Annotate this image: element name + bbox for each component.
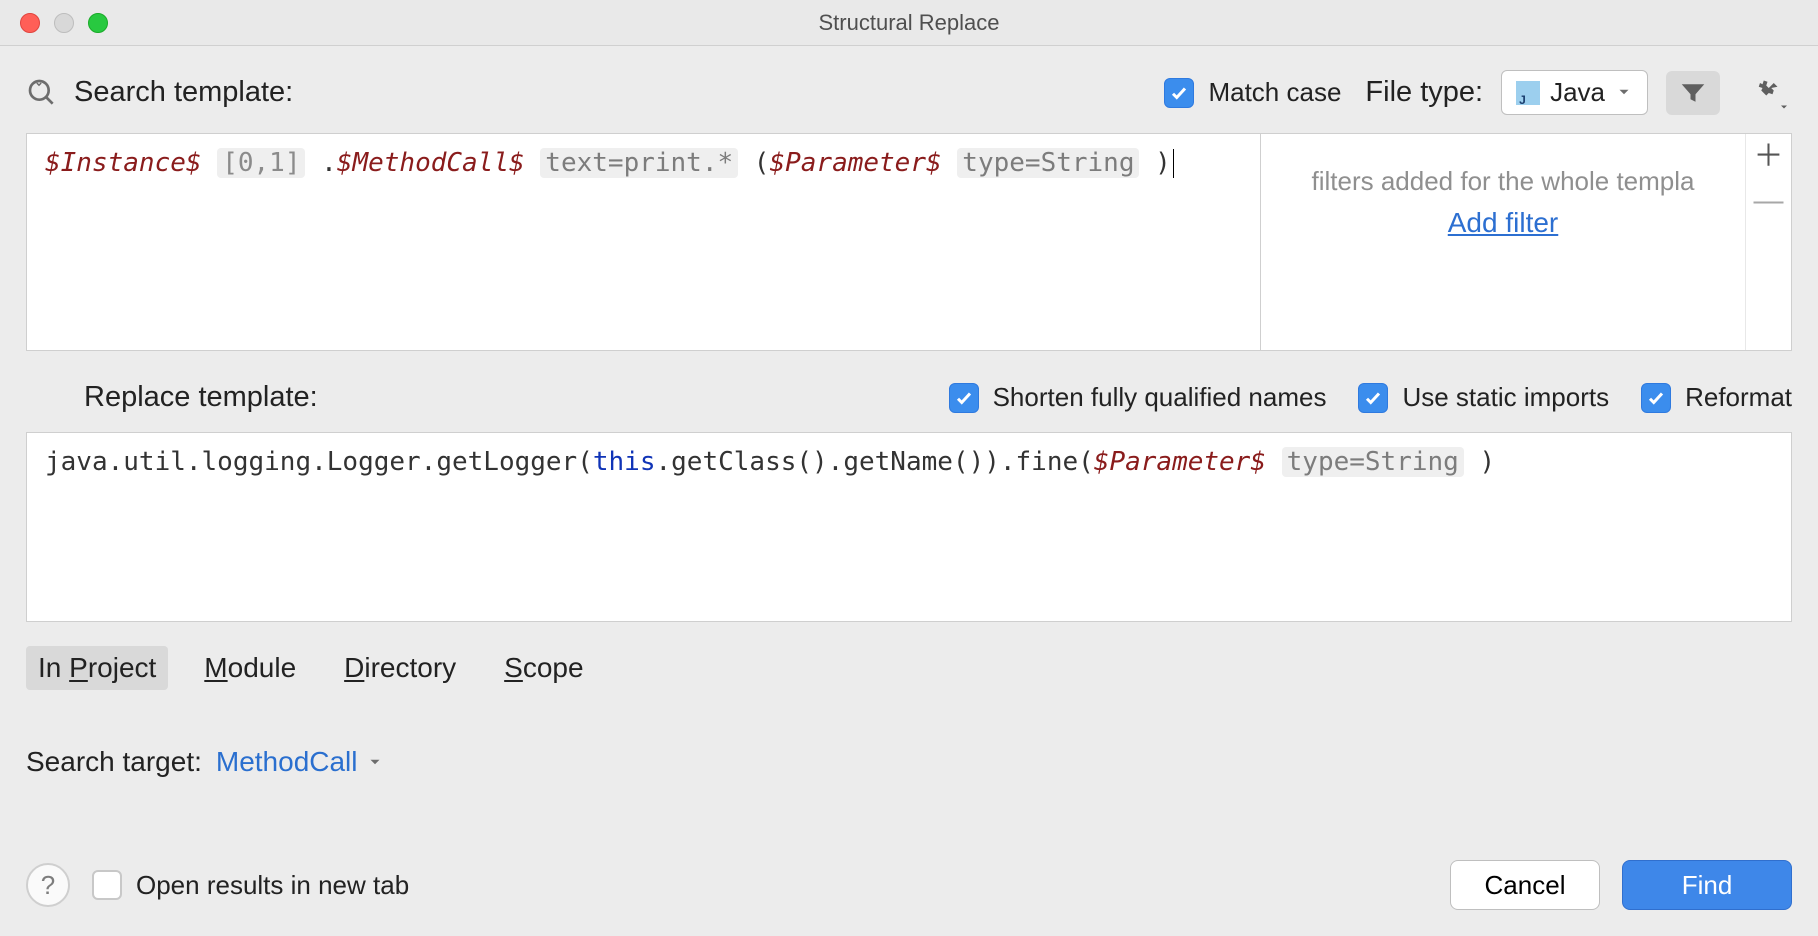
window-controls [20, 13, 108, 33]
tok-var-instance: $Instance$ [45, 148, 202, 178]
titlebar: Structural Replace [0, 0, 1818, 46]
reformat-label: Reformat [1685, 382, 1792, 413]
filter-sidebar: filters added for the whole templa Add f… [1261, 134, 1791, 350]
search-target-value: MethodCall [216, 746, 358, 778]
minimize-window-button[interactable] [54, 13, 74, 33]
file-type-dropdown[interactable]: Java [1501, 70, 1648, 115]
filter-toggle-button[interactable] [1666, 71, 1720, 115]
search-template-code[interactable]: $Instance$ [0,1] .$MethodCall$ text=prin… [27, 134, 1261, 350]
chevron-down-icon [1615, 77, 1633, 108]
reformat-checkbox[interactable]: Reformat [1641, 382, 1792, 413]
replace-template-editor[interactable]: java.util.logging.Logger.getLogger(this.… [26, 432, 1792, 622]
match-case-checkbox[interactable]: Match case [1164, 77, 1341, 108]
close-window-button[interactable] [20, 13, 40, 33]
match-case-label: Match case [1208, 77, 1341, 108]
java-file-icon [1516, 81, 1540, 105]
cancel-button[interactable]: Cancel [1450, 860, 1600, 910]
tok-open: ( [754, 148, 770, 178]
rep-close: ) [1479, 447, 1495, 477]
maximize-window-button[interactable] [88, 13, 108, 33]
search-template-editor[interactable]: $Instance$ [0,1] .$MethodCall$ text=prin… [26, 133, 1792, 351]
scope-tabs: In Project Module Directory Scope [26, 646, 1792, 690]
use-static-imports-label: Use static imports [1402, 382, 1609, 413]
tok-range: [0,1] [217, 148, 305, 178]
tok-hint-text: text=print.* [540, 148, 738, 178]
open-results-label: Open results in new tab [136, 870, 409, 901]
scope-tab-module[interactable]: Module [192, 646, 308, 690]
find-button[interactable]: Find [1622, 860, 1792, 910]
tok-close: ) [1155, 148, 1171, 178]
settings-tool-button[interactable] [1738, 71, 1792, 115]
scope-tab-directory[interactable]: Directory [332, 646, 468, 690]
chevron-down-icon [366, 753, 384, 771]
file-type-label: File type: [1365, 76, 1483, 109]
tok-hint-type: type=String [957, 148, 1139, 178]
window-title: Structural Replace [0, 10, 1818, 36]
shorten-fqn-label: Shorten fully qualified names [993, 382, 1327, 413]
text-cursor [1173, 149, 1174, 178]
scope-tab-in-project[interactable]: In Project [26, 646, 168, 690]
search-icon[interactable] [26, 77, 58, 109]
rep-hint: type=String [1282, 447, 1464, 477]
search-target-label: Search target: [26, 746, 202, 778]
add-filter-link[interactable]: Add filter [1277, 207, 1729, 239]
replace-template-label: Replace template: [84, 381, 318, 414]
rep-mid: .getClass().getName()).fine( [656, 447, 1094, 477]
rep-this: this [593, 447, 656, 477]
help-button[interactable]: ? [26, 863, 70, 907]
tok-var-method: $MethodCall$ [337, 148, 525, 178]
add-filter-button[interactable]: ＋ [1754, 142, 1784, 172]
tok-dot1: . [321, 148, 337, 178]
rep-prefix: java.util.logging.Logger.getLogger( [45, 447, 593, 477]
rep-param: $Parameter$ [1094, 447, 1266, 477]
remove-filter-button[interactable]: — [1754, 186, 1784, 216]
open-results-new-tab-checkbox[interactable]: Open results in new tab [92, 870, 409, 901]
filters-hint-text: filters added for the whole templa [1277, 166, 1729, 197]
shorten-fqn-checkbox[interactable]: Shorten fully qualified names [949, 382, 1327, 413]
checkbox-icon [92, 870, 122, 900]
search-target-dropdown[interactable]: MethodCall [216, 746, 384, 778]
tok-var-param: $Parameter$ [769, 148, 941, 178]
search-template-label: Search template: [74, 76, 293, 109]
file-type-value: Java [1550, 77, 1605, 108]
scope-tab-scope[interactable]: Scope [492, 646, 595, 690]
use-static-imports-checkbox[interactable]: Use static imports [1358, 382, 1609, 413]
